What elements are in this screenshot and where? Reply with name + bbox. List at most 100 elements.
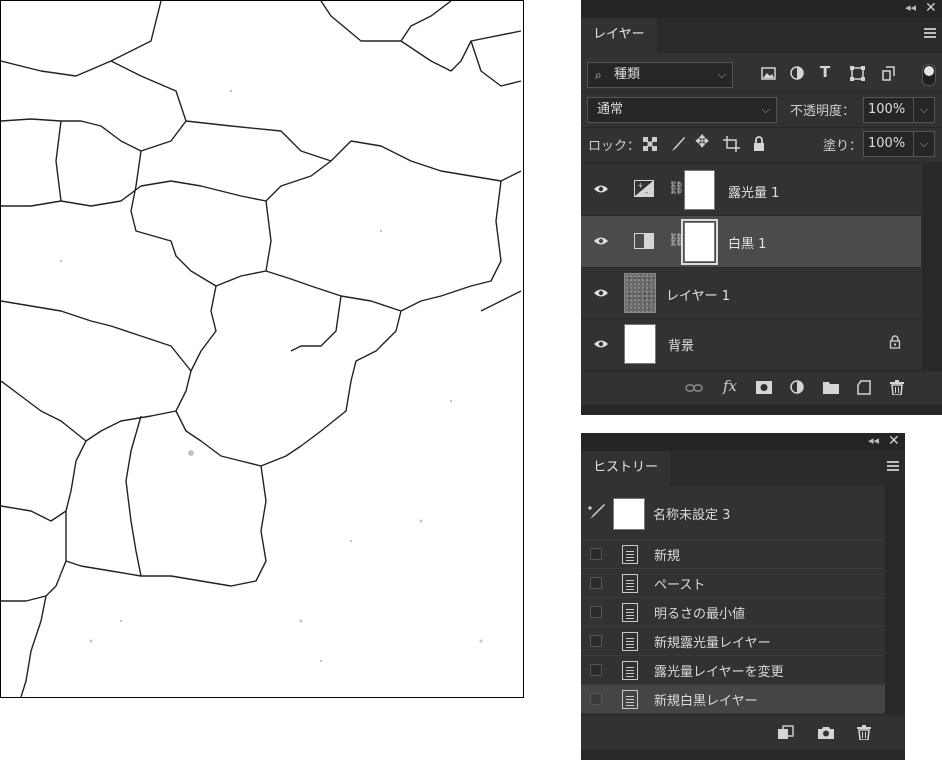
history-panel: ◂◂ ✕ ヒストリー 名称未設定 3 新規 ペースト 明るさの最小値 新規露光量… bbox=[581, 433, 905, 760]
fill-field[interactable]: 100% ⌵ bbox=[863, 131, 935, 157]
chevron-down-icon: ⌵ bbox=[717, 68, 726, 81]
panel-menu-icon[interactable] bbox=[924, 28, 936, 38]
history-brush-checkbox[interactable] bbox=[590, 606, 602, 618]
lock-transparent-pixels-icon[interactable] bbox=[643, 137, 657, 151]
layer-thumbnail-background[interactable] bbox=[624, 324, 656, 364]
history-state-document-icon bbox=[622, 690, 638, 709]
lock-image-pixels-icon[interactable] bbox=[670, 136, 686, 152]
history-state-document-icon bbox=[622, 545, 638, 564]
delete-layer-trash-icon[interactable] bbox=[890, 380, 904, 395]
new-document-from-state-icon[interactable] bbox=[777, 725, 794, 740]
layer-name[interactable]: 白黒 1 bbox=[728, 233, 766, 252]
lock-all-icon[interactable] bbox=[753, 136, 765, 151]
tab-layers[interactable]: レイヤー bbox=[581, 18, 657, 53]
history-item[interactable]: 新規 bbox=[581, 539, 885, 568]
link-layers-icon[interactable] bbox=[685, 383, 703, 393]
history-state-document-icon bbox=[622, 661, 638, 680]
filter-kind-select[interactable]: ⌕ 種類 ⌵ bbox=[587, 62, 733, 88]
fill-label: 塗り： bbox=[823, 139, 863, 154]
layer-mask-thumbnail[interactable] bbox=[684, 170, 715, 210]
layer-row-exposure[interactable]: + - ⛓ 露光量 1 bbox=[581, 164, 921, 215]
lock-label: ロック： bbox=[588, 139, 641, 154]
filter-smart-object-icon[interactable] bbox=[881, 66, 895, 81]
history-brush-checkbox[interactable] bbox=[590, 693, 602, 705]
tab-row: レイヤー bbox=[581, 18, 942, 53]
history-state-document-icon bbox=[622, 603, 638, 622]
layer-row-background[interactable]: 背景 bbox=[581, 319, 921, 370]
history-brush-checkbox[interactable] bbox=[590, 577, 602, 589]
exposure-adjustment-icon: +- bbox=[634, 180, 654, 197]
collapse-icon[interactable]: ◂◂ bbox=[868, 434, 879, 447]
collapse-icon[interactable]: ◂◂ bbox=[905, 1, 916, 14]
snapshot-name: 名称未設定 3 bbox=[653, 508, 731, 523]
history-item-selected[interactable]: 新規白黒レイヤー bbox=[581, 684, 885, 713]
opacity-label: 不透明度： bbox=[790, 104, 856, 119]
document-canvas[interactable] bbox=[0, 0, 524, 698]
visibility-eye-icon[interactable] bbox=[594, 236, 608, 246]
toggle-knob bbox=[924, 66, 934, 76]
history-item[interactable]: 新規露光量レイヤー bbox=[581, 626, 885, 655]
fill-value: 100% bbox=[868, 136, 906, 151]
history-item[interactable]: ペースト bbox=[581, 568, 885, 597]
filter-shape-icon[interactable] bbox=[850, 66, 865, 81]
layer-style-fx-icon[interactable]: fx bbox=[723, 377, 737, 395]
chevron-down-icon[interactable]: ⌵ bbox=[920, 132, 928, 156]
tab-row: ヒストリー bbox=[581, 451, 905, 486]
filter-pixel-icon[interactable] bbox=[761, 67, 776, 80]
history-item[interactable]: 露光量レイヤーを変更 bbox=[581, 655, 885, 684]
opacity-field[interactable]: 100% ⌵ bbox=[863, 97, 935, 123]
layer-name[interactable]: 露光量 1 bbox=[728, 182, 779, 201]
history-brush-checkbox[interactable] bbox=[590, 635, 602, 647]
mask-link-icon[interactable]: ⛓ bbox=[668, 181, 685, 196]
lock-artboard-icon[interactable] bbox=[723, 136, 740, 152]
search-icon: ⌕ bbox=[595, 68, 602, 82]
layers-scrollbar[interactable] bbox=[922, 164, 942, 370]
layer-mask-thumbnail-selected[interactable] bbox=[681, 219, 718, 265]
svg-text:+: + bbox=[637, 181, 644, 190]
visibility-eye-icon[interactable] bbox=[594, 184, 608, 194]
chevron-down-icon[interactable]: ⌵ bbox=[920, 98, 928, 122]
layer-row-layer1[interactable]: レイヤー 1 bbox=[581, 268, 921, 319]
layer-thumbnail-texture[interactable] bbox=[624, 273, 656, 313]
layer-lock-icon[interactable] bbox=[889, 335, 901, 349]
layer-name[interactable]: 背景 bbox=[668, 335, 694, 354]
layer-name[interactable]: レイヤー 1 bbox=[666, 285, 730, 304]
mask-link-icon[interactable]: ⛓ bbox=[668, 233, 685, 248]
filter-toggle[interactable] bbox=[922, 64, 936, 86]
history-item-label: 明るさの最小値 bbox=[654, 607, 746, 622]
history-item-label: 新規露光量レイヤー bbox=[654, 636, 771, 651]
close-icon[interactable]: ✕ bbox=[925, 0, 937, 16]
close-icon[interactable]: ✕ bbox=[888, 433, 900, 449]
history-item[interactable]: 明るさの最小値 bbox=[581, 597, 885, 626]
lock-position-icon[interactable]: ✥ bbox=[695, 132, 709, 152]
history-brush-source-icon[interactable] bbox=[587, 503, 605, 521]
panel-top-bar: ◂◂ ✕ bbox=[581, 433, 905, 451]
panel-menu-icon[interactable] bbox=[887, 461, 899, 471]
new-group-folder-icon[interactable] bbox=[823, 381, 839, 394]
blend-mode-select[interactable]: 通常 ⌵ bbox=[587, 97, 777, 123]
visibility-eye-icon[interactable] bbox=[594, 339, 608, 349]
camera-snapshot-icon[interactable] bbox=[818, 726, 834, 739]
history-snapshot-row[interactable]: 名称未設定 3 bbox=[581, 486, 885, 539]
history-item-label: 新規 bbox=[654, 549, 681, 564]
filter-type-icon[interactable]: T bbox=[820, 63, 830, 81]
new-adjustment-layer-icon[interactable] bbox=[790, 380, 806, 396]
history-state-document-icon bbox=[622, 574, 638, 593]
add-mask-icon[interactable] bbox=[756, 381, 772, 394]
delete-state-trash-icon[interactable] bbox=[857, 725, 871, 740]
tab-history[interactable]: ヒストリー bbox=[581, 451, 671, 486]
black-white-adjustment-icon bbox=[634, 233, 654, 249]
filter-adjustment-icon[interactable] bbox=[790, 66, 804, 80]
visibility-eye-icon[interactable] bbox=[594, 288, 608, 298]
history-state-document-icon bbox=[622, 632, 638, 651]
new-layer-icon[interactable] bbox=[857, 380, 871, 395]
history-brush-checkbox[interactable] bbox=[590, 548, 602, 560]
history-item-label: 新規白黒レイヤー bbox=[654, 694, 758, 709]
layers-panel: ◂◂ ✕ レイヤー ⌕ 種類 ⌵ T 通常 ⌵ 不透明度： 100% ⌵ ロック… bbox=[581, 0, 942, 415]
history-brush-checkbox[interactable] bbox=[590, 664, 602, 676]
snapshot-thumbnail bbox=[613, 498, 645, 530]
layer-row-black-white[interactable]: ⛓ 白黒 1 bbox=[581, 216, 921, 267]
filter-kind-label: 種類 bbox=[614, 67, 641, 82]
blend-mode-value: 通常 bbox=[597, 102, 624, 117]
history-scrollbar[interactable] bbox=[885, 486, 905, 714]
